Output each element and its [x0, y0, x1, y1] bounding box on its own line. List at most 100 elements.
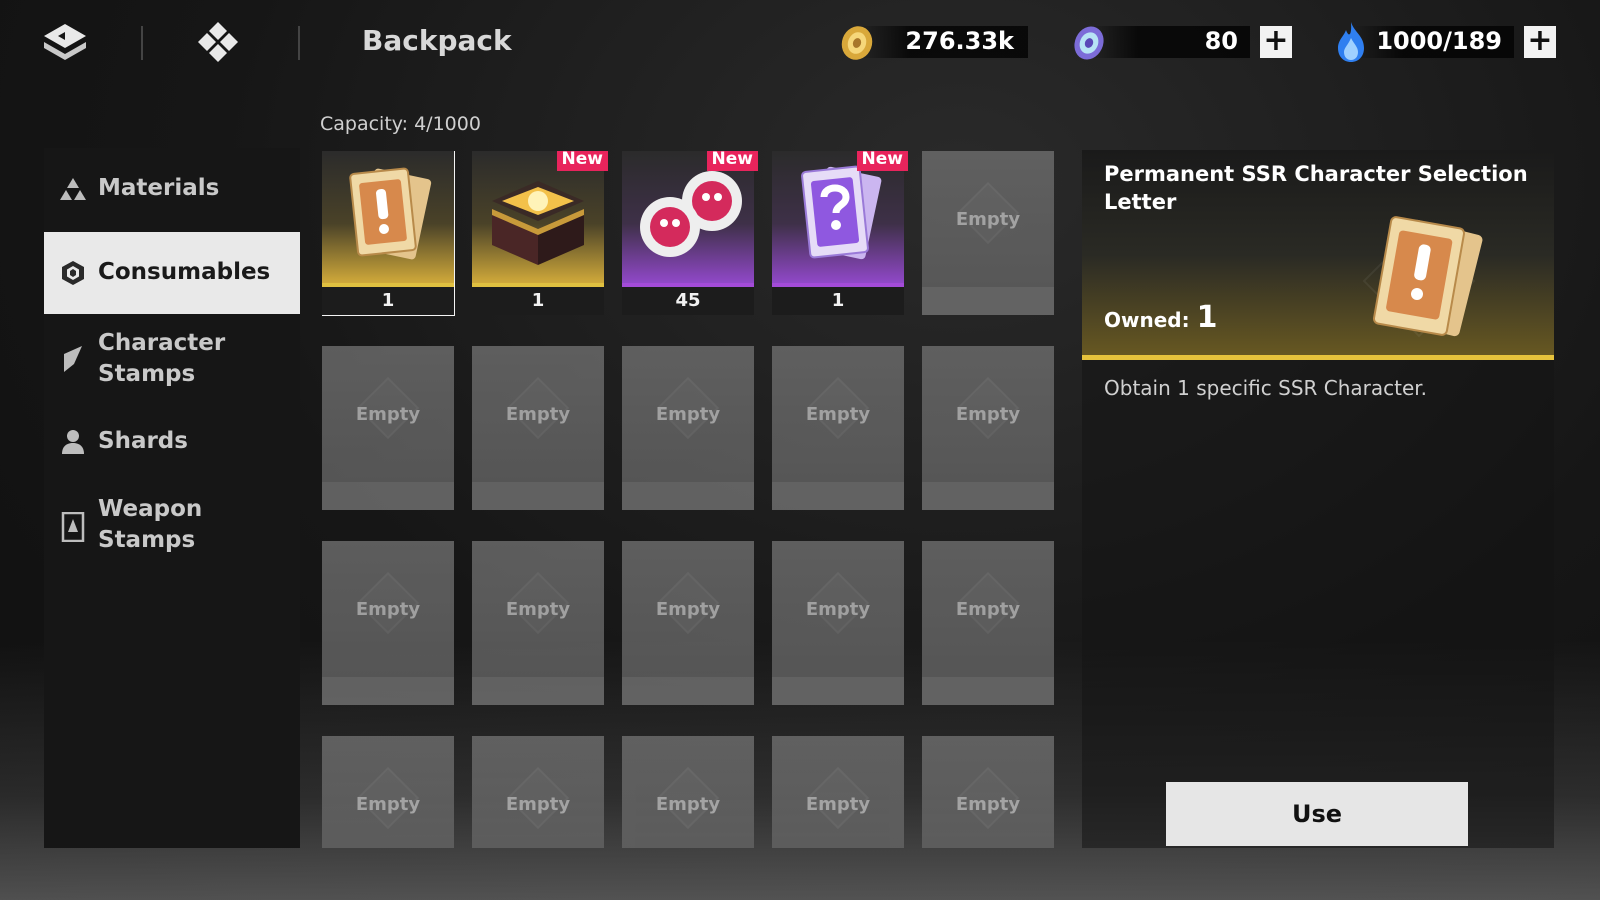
inventory-slot-empty[interactable]: Empty [622, 736, 754, 848]
empty-label: Empty [955, 599, 1021, 620]
item-detail-header: Permanent SSR Character Selection Letter… [1082, 150, 1554, 360]
slot-shelf [922, 677, 1054, 705]
owned-label: Owned: [1104, 308, 1190, 332]
slot-shelf [772, 482, 904, 510]
slot-shelf [622, 677, 754, 705]
new-badge: New [706, 151, 758, 171]
divider [141, 26, 143, 60]
empty-label: Empty [355, 794, 421, 815]
owned-count: Owned: 1 [1104, 300, 1217, 335]
home-icon[interactable] [196, 22, 240, 62]
empty-label: Empty [655, 794, 721, 815]
slot-shelf [472, 482, 604, 510]
empty-label: Empty [355, 404, 421, 425]
slot-shelf [922, 482, 1054, 510]
empty-label: Empty [955, 209, 1021, 230]
sidebar-item-label: Consumables [98, 259, 271, 285]
empty-label: Empty [805, 794, 871, 815]
item-name: Permanent SSR Character Selection Letter [1104, 162, 1528, 214]
category-sidebar: Materials Consumables Character Stamps S… [44, 148, 300, 848]
character-stamps-icon [64, 346, 82, 372]
sidebar-item-consumables[interactable]: Consumables [44, 232, 300, 314]
slot-shelf [622, 482, 754, 510]
inventory-slot-empty[interactable]: Empty [322, 346, 454, 510]
inventory-slot-empty[interactable]: Empty [622, 541, 754, 705]
sidebar-item-materials[interactable]: Materials [44, 148, 300, 230]
weapon-stamps-icon [61, 512, 85, 542]
divider [298, 26, 300, 60]
item-count: 1 [322, 287, 454, 315]
sidebar-item-character-stamps[interactable]: Character Stamps [44, 318, 300, 398]
back-icon[interactable] [42, 22, 88, 62]
slot-shelf [772, 677, 904, 705]
inventory-slot-empty[interactable]: Empty [922, 736, 1054, 848]
inventory-slot-ssr-letter[interactable]: 1 [322, 151, 455, 316]
empty-label: Empty [805, 599, 871, 620]
add-energy-button[interactable]: + [1524, 26, 1556, 58]
inventory-slot-empty[interactable]: Empty [922, 151, 1054, 315]
inventory-slot-empty[interactable]: Empty [322, 541, 454, 705]
slot-shelf [322, 482, 454, 510]
owned-value: 1 [1196, 300, 1218, 335]
currency-gem: 80 + [1070, 24, 1292, 60]
ssr-letter-icon [1362, 216, 1483, 338]
slot-shelf [472, 677, 604, 705]
slot-shelf [922, 287, 1054, 315]
rarity-bar [1082, 355, 1554, 360]
page-title: Backpack [362, 24, 512, 57]
inventory-slot-skull-orbs[interactable]: 45 New [622, 151, 758, 315]
empty-label: Empty [355, 599, 421, 620]
currency-gold: 276.33k [838, 24, 1028, 60]
inventory-slot-empty[interactable]: Empty [772, 736, 904, 848]
gem-orb-icon [1074, 26, 1104, 60]
inventory-slot-empty[interactable]: Empty [622, 346, 754, 510]
empty-label: Empty [955, 404, 1021, 425]
inventory-slot-mystery-card[interactable]: 1 New [772, 151, 908, 315]
capacity-label: Capacity: 4/1000 [320, 113, 481, 135]
empty-label: Empty [655, 599, 721, 620]
sidebar-item-label: Shards [98, 428, 188, 454]
use-button[interactable]: Use [1166, 782, 1468, 846]
consumables-icon [62, 261, 84, 285]
item-count: 1 [472, 287, 604, 315]
inventory-slot-empty[interactable]: Empty [922, 541, 1054, 705]
empty-label: Empty [505, 794, 571, 815]
sidebar-item-weapon-stamps[interactable]: Weapon Stamps [44, 484, 300, 564]
sidebar-item-label: Materials [98, 175, 220, 201]
currency-gold-value: 276.33k [905, 27, 1014, 55]
inventory-slot-empty[interactable]: Empty [472, 346, 604, 510]
shards-icon [62, 430, 84, 454]
currency-energy-value: 1000/189 [1376, 27, 1502, 55]
empty-label: Empty [505, 404, 571, 425]
materials-icon [60, 178, 86, 200]
empty-label: Empty [655, 404, 721, 425]
currency-gem-value: 80 [1204, 27, 1238, 55]
add-gem-button[interactable]: + [1260, 26, 1292, 58]
ssr-letter-icon [322, 151, 454, 283]
sidebar-item-label: Character Stamps [98, 330, 226, 387]
empty-label: Empty [505, 599, 571, 620]
item-detail-panel: Permanent SSR Character Selection Letter… [1082, 150, 1554, 848]
inventory-slot-empty[interactable]: Empty [772, 346, 904, 510]
blue-flame-icon [1338, 22, 1364, 62]
inventory-slot-empty[interactable]: Empty [922, 346, 1054, 510]
sidebar-item-shards[interactable]: Shards [44, 404, 300, 478]
currency-energy: 1000/189 + [1334, 22, 1556, 62]
inventory-slot-empty[interactable]: Empty [322, 736, 454, 848]
sidebar-item-label: Weapon Stamps [98, 496, 203, 553]
item-description: Obtain 1 specific SSR Character. [1104, 376, 1428, 400]
new-badge: New [556, 151, 608, 171]
empty-label: Empty [955, 794, 1021, 815]
inventory-slot-empty[interactable]: Empty [772, 541, 904, 705]
new-badge: New [856, 151, 908, 171]
top-bar: Backpack 276.33k 80 + 1000/189 + [0, 0, 1600, 86]
inventory-slot-empty[interactable]: Empty [472, 736, 604, 848]
inventory-grid: 1 1 New 45 New 1 New Empty Empty Empty E… [322, 151, 1064, 848]
inventory-slot-empty[interactable]: Empty [472, 541, 604, 705]
inventory-slot-treasure-chest[interactable]: 1 New [472, 151, 608, 315]
empty-label: Empty [805, 404, 871, 425]
item-count: 1 [772, 287, 904, 315]
gold-coin-icon [841, 26, 873, 60]
item-count: 45 [622, 287, 754, 315]
slot-shelf [322, 677, 454, 705]
